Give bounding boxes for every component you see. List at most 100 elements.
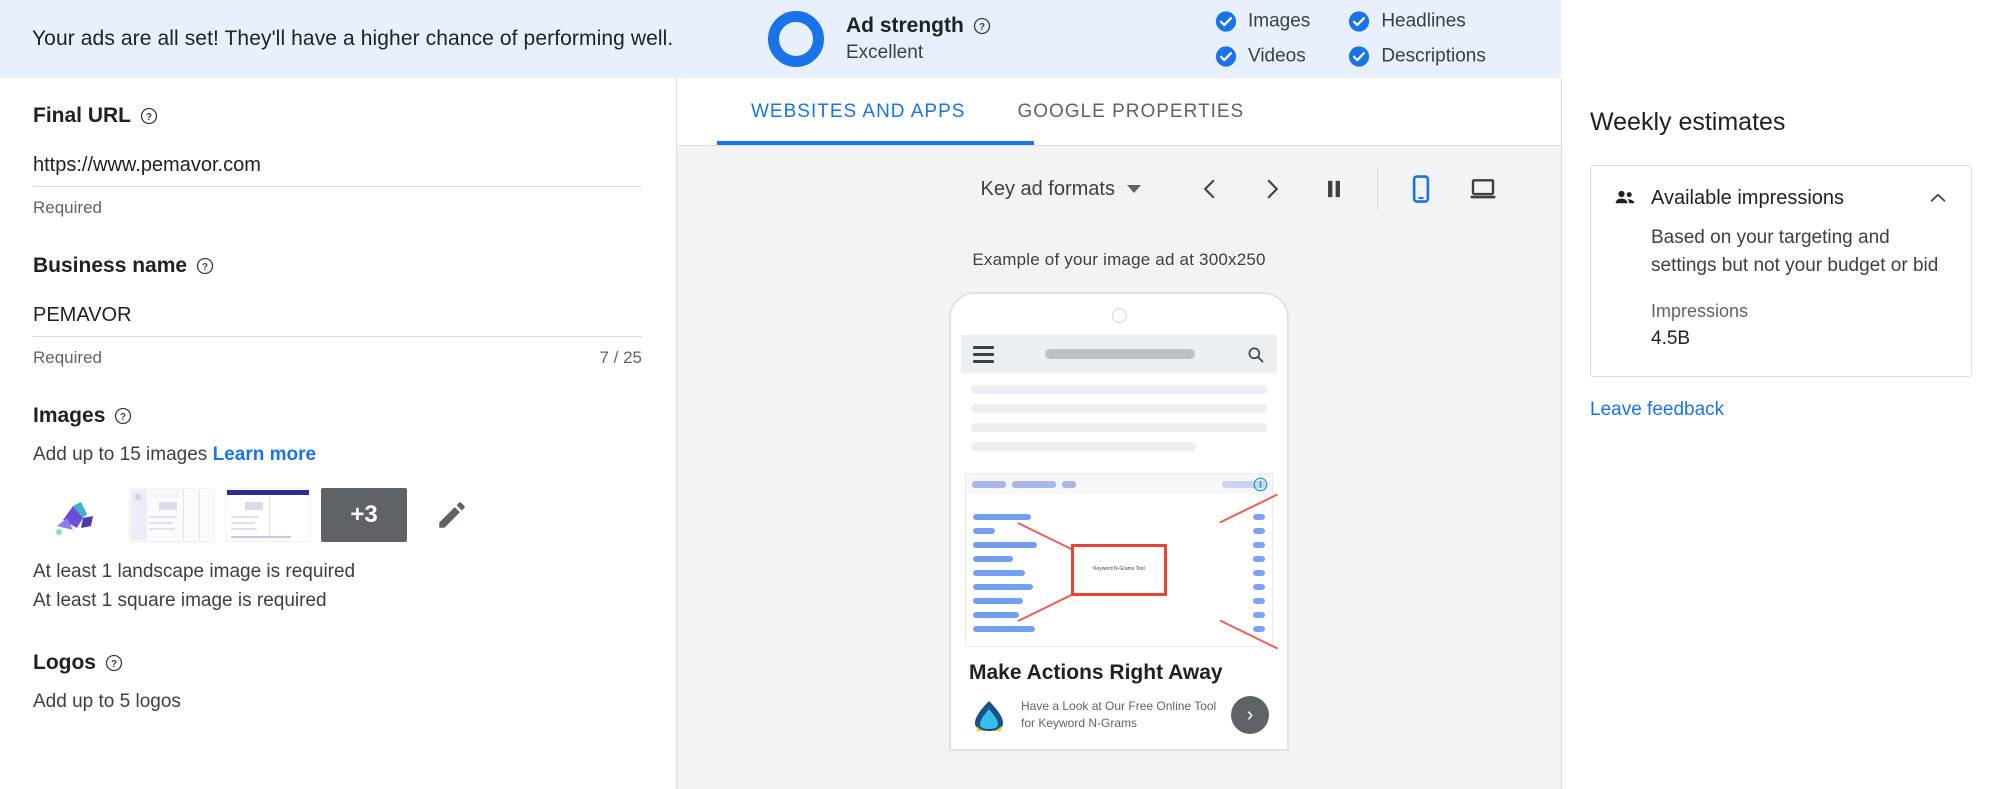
metric-bar	[1253, 598, 1265, 604]
check-label: Descriptions	[1381, 45, 1486, 67]
logos-subtitle-text: Add up to 5 logos	[33, 691, 181, 712]
placeholder-line	[971, 423, 1267, 432]
ad-cta-button[interactable]: ›	[1231, 696, 1269, 734]
business-name-helper-row: Required 7 / 25	[33, 348, 642, 368]
prev-preview-button[interactable]	[1179, 158, 1241, 220]
business-name-counter: 7 / 25	[599, 348, 642, 367]
keyword-bar	[973, 612, 1019, 618]
keyword-bar	[973, 584, 1033, 590]
ad-creative-chipbar	[966, 474, 1272, 494]
ad-creative-card[interactable]: Keyword N-Grams Tool	[965, 473, 1278, 650]
pencil-icon[interactable]	[435, 498, 469, 532]
metric-bar	[1253, 528, 1265, 534]
image-thumbnail[interactable]	[33, 488, 119, 542]
chip	[972, 480, 1006, 488]
placeholder-line	[971, 404, 1267, 413]
preview-nav-group	[1179, 158, 1514, 220]
preview-toolbar: Key ad formats	[677, 146, 1561, 232]
ad-creative-body: Keyword N-Grams Tool	[966, 494, 1278, 650]
mobile-device-icon[interactable]	[1390, 158, 1452, 220]
images-label: Images	[33, 404, 106, 427]
chevron-up-icon[interactable]	[1927, 187, 1949, 209]
business-name-input[interactable]: PEMAVOR	[33, 304, 642, 337]
check-item-videos: Videos	[1215, 46, 1310, 68]
metric-bar	[1253, 542, 1265, 548]
check-label: Headlines	[1381, 10, 1466, 32]
active-tab-indicator	[717, 141, 1034, 145]
ad-preview-panel: WEBSITES AND APPS GOOGLE PROPERTIES Key …	[677, 78, 1561, 789]
available-impressions-label: Available impressions	[1651, 186, 1845, 209]
help-circle-icon[interactable]: ?	[140, 107, 158, 125]
preview-caption: Example of your image ad at 300x250	[972, 250, 1266, 269]
images-requirement-2: At least 1 square image is required	[33, 589, 327, 611]
camera-dot-icon	[1111, 308, 1127, 323]
keyword-bar	[973, 542, 1037, 548]
ad-editor-page: Your ads are all set! They'll have a hig…	[0, 0, 2000, 789]
final-url-helper-row: Required	[33, 198, 642, 218]
help-circle-icon[interactable]: ?	[114, 407, 132, 425]
placeholder-line	[971, 385, 1267, 394]
people-icon	[1613, 186, 1637, 210]
chevron-down-icon	[1127, 185, 1141, 193]
available-impressions-header[interactable]: Available impressions	[1613, 186, 1949, 210]
next-preview-button[interactable]	[1241, 158, 1303, 220]
leave-feedback-link[interactable]: Leave feedback	[1590, 399, 1972, 421]
ad-strength-value: Excellent	[846, 42, 924, 63]
tab-google-properties[interactable]: GOOGLE PROPERTIES	[991, 78, 1270, 145]
ad-strength-label: Ad strength	[846, 14, 964, 37]
ad-headline: Make Actions Right Away	[969, 661, 1223, 684]
image-thumbnail[interactable]	[225, 488, 311, 542]
images-subtitle-text: Add up to 15 images	[33, 444, 208, 465]
business-name-label-row: Business name ?	[33, 254, 642, 278]
phone-screen: Keyword N-Grams Tool Make Actions Right …	[961, 335, 1278, 749]
weekly-estimates-title: Weekly estimates	[1590, 108, 1786, 136]
banner-message: Your ads are all set! They'll have a hig…	[32, 27, 674, 50]
metric-bar	[1253, 556, 1265, 562]
images-label-row: Images ?	[33, 404, 642, 428]
help-circle-icon[interactable]: ?	[196, 257, 214, 275]
callout-ray	[1219, 620, 1278, 650]
svg-text:?: ?	[202, 262, 208, 273]
svg-text:?: ?	[120, 412, 126, 423]
preview-canvas: Example of your image ad at 300x250 Keyw…	[677, 232, 1561, 789]
keyword-bar	[973, 514, 1031, 520]
phone-mockup: Keyword N-Grams Tool Make Actions Right …	[949, 292, 1289, 751]
preview-tabs: WEBSITES AND APPS GOOGLE PROPERTIES	[677, 78, 1561, 146]
final-url-input[interactable]: https://www.pemavor.com	[33, 154, 642, 187]
image-thumbnail-more[interactable]: +3	[321, 488, 407, 542]
help-circle-icon[interactable]: ?	[973, 17, 991, 35]
placeholder-line	[971, 442, 1196, 451]
chip	[1012, 480, 1056, 488]
ad-strength-text: Ad strength ? Excellent	[846, 14, 991, 64]
final-url-label: Final URL	[33, 104, 131, 127]
ad-strength-block: Ad strength ? Excellent	[768, 11, 991, 67]
check-circle-icon	[1215, 11, 1237, 33]
callout-ray	[1219, 494, 1278, 524]
toolbar-divider	[1377, 167, 1378, 211]
help-circle-icon[interactable]: ?	[105, 654, 123, 672]
ad-info-icon[interactable]	[1253, 477, 1268, 492]
svg-text:?: ?	[146, 112, 152, 123]
pause-preview-button[interactable]	[1303, 158, 1365, 220]
check-item-descriptions: Descriptions	[1348, 46, 1486, 68]
svg-text:?: ?	[979, 22, 985, 33]
svg-text:?: ?	[111, 659, 117, 670]
check-label: Images	[1248, 10, 1311, 32]
mock-content-placeholder	[961, 373, 1277, 467]
check-label: Videos	[1248, 45, 1306, 67]
metric-bar	[1253, 626, 1265, 632]
asset-checklist: Images Headlines Videos Descriptions	[1215, 11, 1486, 68]
desktop-device-icon[interactable]	[1452, 158, 1514, 220]
keyword-bar	[973, 556, 1013, 562]
phone-camera	[961, 308, 1277, 323]
final-url-helper: Required	[33, 198, 102, 217]
hamburger-menu-icon	[973, 345, 994, 363]
keyword-bar	[973, 626, 1035, 632]
images-learn-more-link[interactable]: Learn more	[213, 444, 316, 465]
check-circle-icon	[1215, 46, 1237, 68]
key-ad-formats-select[interactable]: Key ad formats	[980, 178, 1141, 201]
tab-websites-and-apps[interactable]: WEBSITES AND APPS	[725, 78, 991, 145]
metric-column	[1253, 514, 1265, 632]
image-thumbnail[interactable]	[129, 488, 215, 542]
